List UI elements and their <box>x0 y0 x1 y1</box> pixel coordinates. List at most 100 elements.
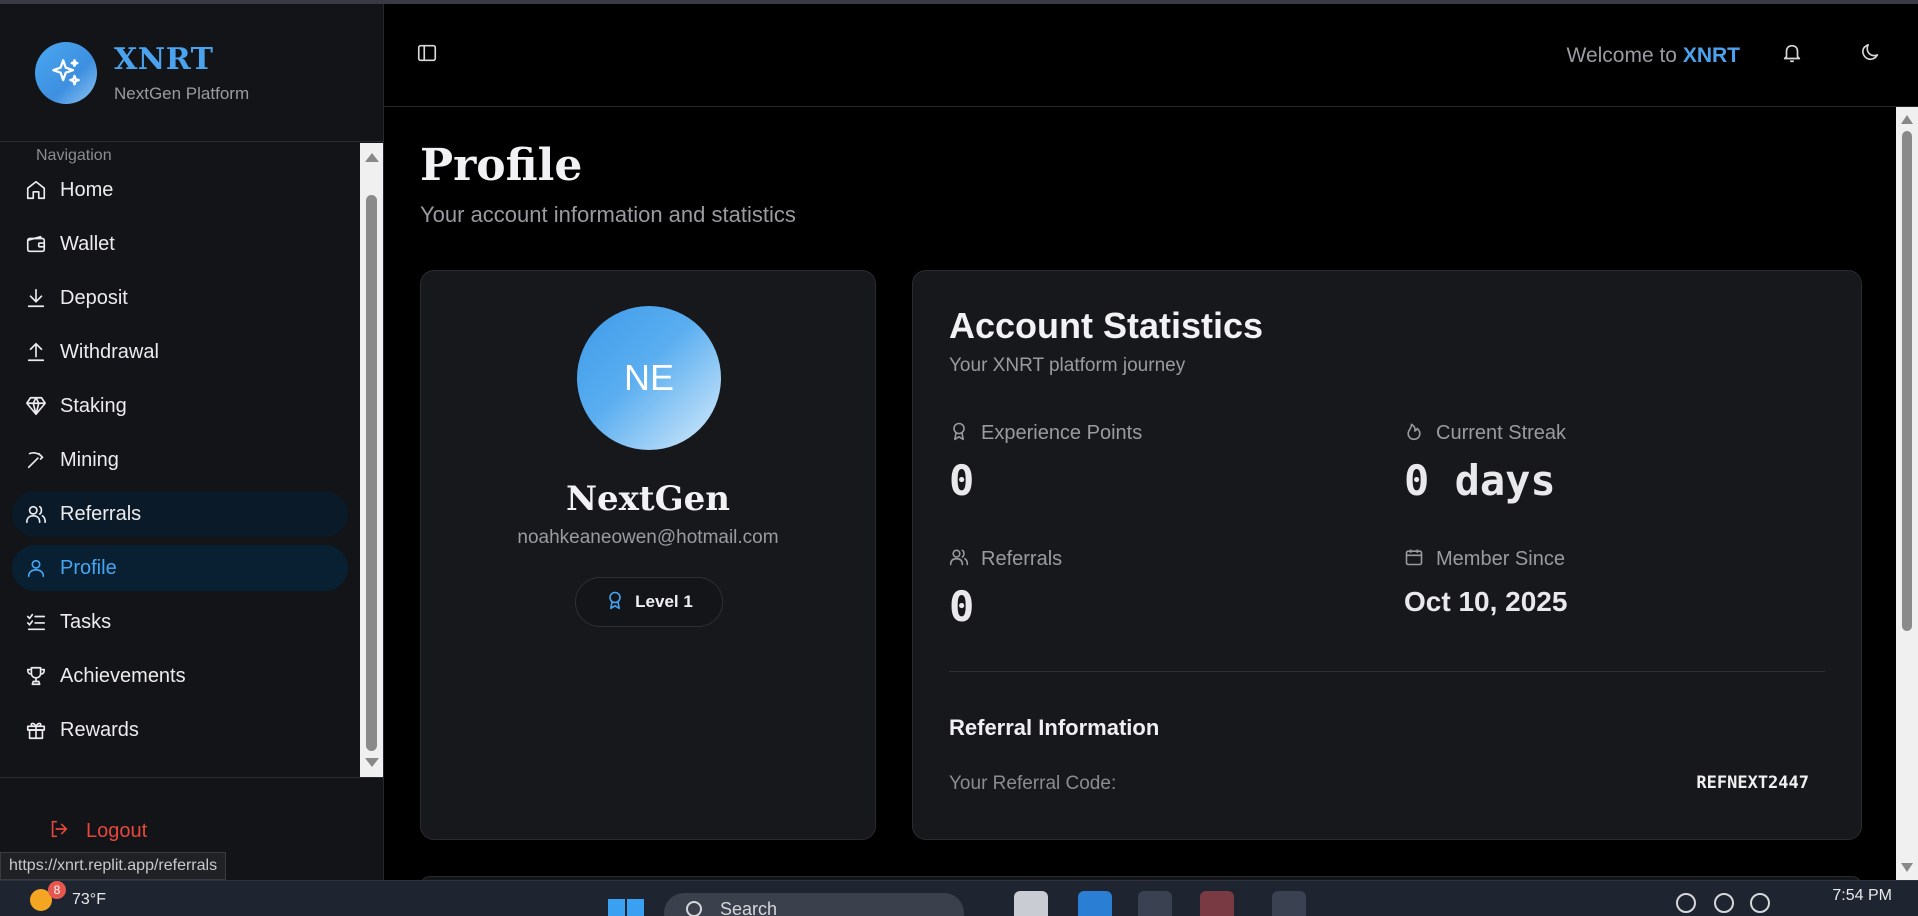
wifi-icon[interactable] <box>1676 893 1696 913</box>
welcome-prefix: Welcome to <box>1566 44 1683 67</box>
sidebar-item-label: Profile <box>60 556 117 579</box>
download-icon <box>24 286 48 310</box>
sidebar-item-label: Rewards <box>60 718 139 741</box>
sidebar-item-mining[interactable]: Mining <box>12 437 348 483</box>
home-icon <box>24 178 48 202</box>
logout-label: Logout <box>86 820 148 842</box>
stat-label: Current Streak <box>1436 422 1567 444</box>
gem-icon <box>24 394 48 418</box>
file-explorer-icon[interactable] <box>1014 891 1048 916</box>
chrome-profile-n-icon[interactable] <box>1272 891 1306 916</box>
sidebar-item-withdrawal[interactable]: Withdrawal <box>12 329 348 375</box>
stats-title: Account Statistics <box>949 305 1264 346</box>
volume-icon[interactable] <box>1714 893 1734 913</box>
sidebar-item-rewards[interactable]: Rewards <box>12 707 348 753</box>
main-scrollbar[interactable] <box>1896 107 1918 880</box>
referrals-stat: Referrals 0 <box>949 547 1062 631</box>
os-taskbar: 8 73°F Search 7:54 PM <box>0 880 1918 916</box>
notification-badge: 8 <box>48 881 66 899</box>
sidebar-toggle-icon[interactable] <box>416 42 438 69</box>
welcome-brand: XNRT <box>1682 44 1740 67</box>
search-label: Search <box>720 899 778 916</box>
stat-value: Oct 10, 2025 <box>1404 586 1568 617</box>
level-label: Level 1 <box>635 592 693 611</box>
users-icon <box>949 547 969 572</box>
member-since-stat: Member Since Oct 10, 2025 <box>1404 547 1567 618</box>
gift-icon <box>24 718 48 742</box>
upload-icon <box>24 340 48 364</box>
weather-sun-icon: 8 <box>30 881 66 911</box>
stats-subtitle: Your XNRT platform journey <box>949 355 1186 376</box>
experience-points-stat: Experience Points 0 <box>949 421 1142 505</box>
logout-icon <box>48 818 70 845</box>
scroll-up-arrow-icon[interactable] <box>365 153 379 162</box>
nav-heading: Navigation <box>36 147 112 164</box>
sidebar-item-label: Deposit <box>60 286 128 309</box>
sidebar-item-home[interactable]: Home <box>12 167 348 213</box>
windows-start-icon[interactable] <box>608 899 644 916</box>
page-title: Profile <box>420 140 583 191</box>
calendar-icon <box>1404 547 1424 572</box>
bell-icon[interactable] <box>1781 42 1803 69</box>
battery-icon[interactable] <box>1750 893 1770 913</box>
list-checks-icon <box>24 610 48 634</box>
weather-widget[interactable]: 8 73°F <box>30 881 106 911</box>
clock-time[interactable]: 7:54 PM <box>1832 887 1892 905</box>
sidebar-item-profile[interactable]: Profile <box>12 545 348 591</box>
chrome-profile-a-icon[interactable] <box>1138 891 1172 916</box>
temperature: 73°F <box>72 891 106 908</box>
brand-header: XNRT NextGen Platform <box>0 4 383 142</box>
scroll-down-arrow-icon[interactable] <box>1901 863 1913 872</box>
divider <box>949 671 1825 672</box>
sidebar-item-label: Home <box>60 178 114 201</box>
sidebar-item-label: Referrals <box>60 502 142 525</box>
current-streak-stat: Current Streak 0 days <box>1404 421 1566 505</box>
sidebar-item-achievements[interactable]: Achievements <box>12 653 348 699</box>
sidebar-nav: Navigation Home Wallet Deposit Withdrawa… <box>0 143 360 777</box>
referral-code[interactable]: REFNEXT2447 <box>1696 773 1809 793</box>
pickaxe-icon <box>24 448 48 472</box>
trophy-icon <box>24 664 48 688</box>
brand-subtitle: NextGen Platform <box>114 84 250 103</box>
users-icon <box>24 502 48 526</box>
flame-icon <box>1404 421 1424 446</box>
stat-value: 0 days <box>1404 456 1556 505</box>
wallet-icon <box>24 232 48 256</box>
sidebar-item-label: Mining <box>60 448 119 471</box>
sidebar-scrollbar[interactable] <box>360 143 383 777</box>
profile-name: NextGen <box>565 479 731 519</box>
avatar: NE <box>577 306 721 450</box>
page-subtitle: Your account information and statistics <box>420 202 796 227</box>
sidebar-item-referrals[interactable]: Referrals <box>12 491 348 537</box>
app-icon[interactable] <box>1200 891 1234 916</box>
sidebar-item-label: Tasks <box>60 610 112 633</box>
sidebar-item-staking[interactable]: Staking <box>12 383 348 429</box>
logout-button[interactable]: Logout <box>48 818 147 845</box>
scrollbar-thumb[interactable] <box>366 195 377 751</box>
top-bar: Welcome to XNRT <box>384 4 1918 107</box>
profile-card: NE NextGen noahkeaneowen@hotmail.com Lev… <box>420 270 876 840</box>
sparkles-icon[interactable] <box>35 42 97 104</box>
profile-email: noahkeaneowen@hotmail.com <box>517 527 779 548</box>
award-icon <box>949 421 969 446</box>
brand-title[interactable]: XNRT <box>114 42 213 77</box>
account-statistics-card: Account Statistics Your XNRT platform jo… <box>912 270 1862 840</box>
user-icon <box>24 556 48 580</box>
sidebar-item-deposit[interactable]: Deposit <box>12 275 348 321</box>
level-badge: Level 1 <box>575 577 723 627</box>
scroll-up-arrow-icon[interactable] <box>1901 115 1913 124</box>
sidebar-item-wallet[interactable]: Wallet <box>12 221 348 267</box>
referral-info-title: Referral Information <box>949 715 1160 740</box>
sidebar-item-label: Wallet <box>60 232 115 255</box>
moon-icon[interactable] <box>1859 42 1881 69</box>
scrollbar-thumb[interactable] <box>1902 131 1912 631</box>
referral-code-label: Your Referral Code: <box>949 773 1117 794</box>
taskbar-search[interactable]: Search <box>664 893 964 916</box>
scroll-down-arrow-icon[interactable] <box>365 758 379 767</box>
award-icon <box>605 590 625 615</box>
sidebar-item-label: Staking <box>60 394 127 417</box>
sidebar: XNRT NextGen Platform Navigation Home Wa… <box>0 4 384 880</box>
search-icon <box>686 901 702 916</box>
sidebar-item-tasks[interactable]: Tasks <box>12 599 348 645</box>
vscode-icon[interactable] <box>1078 891 1112 916</box>
